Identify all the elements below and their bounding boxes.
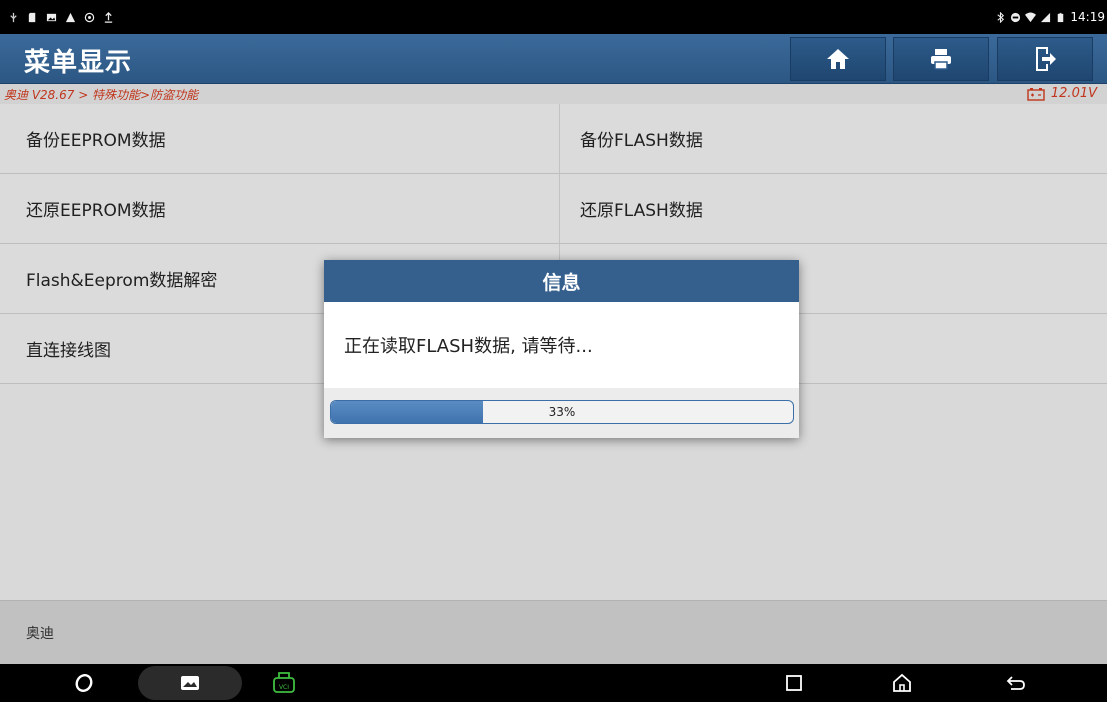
status-right-icons: 14:19 <box>995 0 1105 34</box>
wifi-icon <box>1025 11 1037 22</box>
dialog-message: 正在读取FLASH数据, 请等待... <box>324 302 799 388</box>
home-nav-icon <box>893 673 911 692</box>
dnd-icon <box>1011 12 1021 22</box>
gallery-button[interactable] <box>176 670 204 696</box>
gear-icon <box>84 12 95 22</box>
page-title: 菜单显示 <box>24 48 133 78</box>
status-left-icons <box>8 0 114 34</box>
warning-icon <box>65 12 76 22</box>
vci-icon: VCI <box>273 672 295 693</box>
exit-icon <box>1036 47 1056 71</box>
progress-bar: 33% <box>330 400 794 424</box>
gallery-icon <box>181 676 199 690</box>
dialog-title: 信息 <box>324 260 799 302</box>
recents-icon <box>786 675 802 691</box>
home-button[interactable] <box>790 37 886 81</box>
signal-icon <box>1041 12 1051 22</box>
status-time: 14:19 <box>1070 10 1105 24</box>
info-dialog: 信息 正在读取FLASH数据, 请等待... 33% <box>324 260 799 438</box>
browser-icon <box>75 674 93 692</box>
vci-button[interactable]: VCI <box>270 670 298 696</box>
image-icon <box>46 13 57 21</box>
svg-text:VCI: VCI <box>279 684 289 691</box>
back-button[interactable] <box>1002 670 1030 696</box>
dialog-progress-area: 33% <box>324 388 799 438</box>
status-bar: 14:19 <box>0 0 1107 34</box>
bluetooth-icon <box>997 11 1005 23</box>
progress-text: 33% <box>548 405 576 419</box>
home-icon <box>827 49 849 69</box>
battery-icon <box>1058 12 1064 22</box>
exit-button[interactable] <box>997 37 1093 81</box>
print-icon <box>931 49 951 70</box>
back-icon <box>1006 676 1025 690</box>
upload-icon <box>104 11 113 23</box>
print-button[interactable] <box>893 37 989 81</box>
usb-icon <box>10 12 17 22</box>
home-nav-button[interactable] <box>888 670 916 696</box>
sd-card-icon <box>28 12 36 22</box>
browser-button[interactable] <box>70 670 98 696</box>
android-nav-bar: VCI <box>0 664 1107 702</box>
recents-button[interactable] <box>780 670 808 696</box>
app-header: 菜单显示 <box>0 34 1107 84</box>
